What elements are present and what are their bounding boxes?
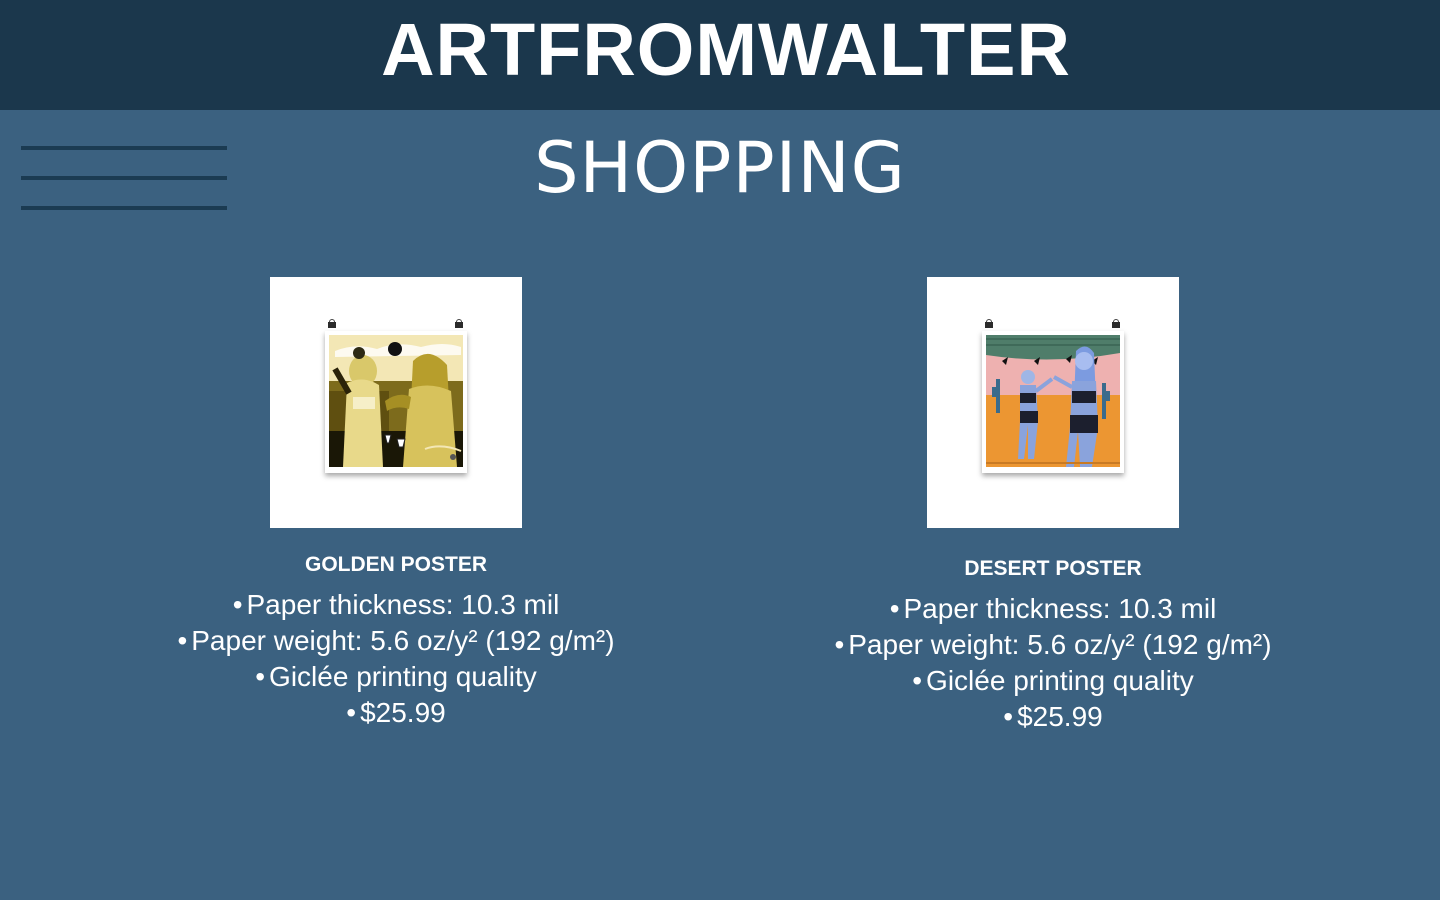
price: • $25.99: [346, 697, 446, 728]
spec-item: • Paper thickness: 10.3 mil: [889, 593, 1217, 624]
spec-item: • Giclée printing quality: [255, 661, 537, 692]
site-header: ARTFROMWALTER: [0, 0, 1440, 110]
golden-poster-thumbnail[interactable]: [270, 277, 522, 528]
product-card-golden-poster: GOLDEN POSTER • Paper thickness: 10.3 mil…: [116, 277, 676, 731]
product-card-desert-poster: DESERT POSTER • Paper thickness: 10.3 mil…: [773, 277, 1333, 735]
spec-item: • Giclée printing quality: [912, 665, 1194, 696]
site-brand[interactable]: ARTFROMWALTER: [0, 8, 1440, 92]
product-name[interactable]: DESERT POSTER: [773, 557, 1333, 581]
golden-poster-artwork: [325, 331, 467, 473]
binder-clip-icon: [1112, 319, 1120, 329]
page-title: SHOPPING: [534, 127, 906, 209]
desert-poster-thumbnail[interactable]: [927, 277, 1179, 528]
spec-item: • Paper weight: 5.6 oz/y² (192 g/m²): [177, 625, 615, 656]
product-specs: • Paper thickness: 10.3 mil • Paper weight…: [116, 587, 676, 731]
product-specs: • Paper thickness: 10.3 mil • Paper weight…: [773, 591, 1333, 735]
binder-clip-icon: [455, 319, 463, 329]
spec-item: • Paper thickness: 10.3 mil: [232, 589, 560, 620]
price: • $25.99: [1003, 701, 1103, 732]
desert-poster-artwork: [982, 331, 1124, 473]
spec-item: • Paper weight: 5.6 oz/y² (192 g/m²): [834, 629, 1272, 660]
binder-clip-icon: [328, 319, 336, 329]
binder-clip-icon: [985, 319, 993, 329]
product-name[interactable]: GOLDEN POSTER: [116, 553, 676, 577]
